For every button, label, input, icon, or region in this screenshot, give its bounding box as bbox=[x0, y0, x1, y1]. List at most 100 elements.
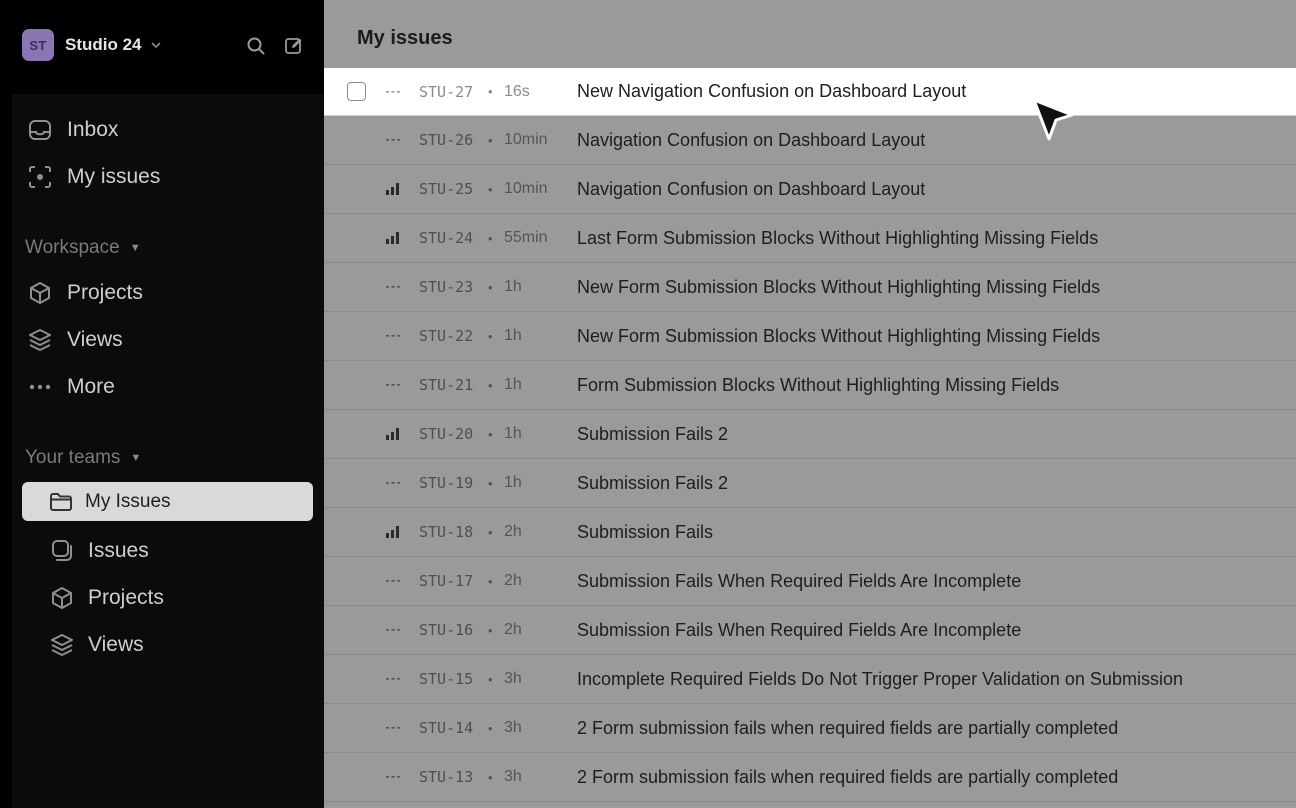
workspace-avatar: ST bbox=[22, 29, 54, 61]
sidebar-item-label: Inbox bbox=[67, 118, 119, 141]
issue-id: STU-17 bbox=[419, 572, 474, 590]
no-priority-icon[interactable] bbox=[385, 85, 403, 99]
issue-title: New Navigation Confusion on Dashboard La… bbox=[577, 81, 967, 101]
issue-row[interactable]: STU-26 • 10min Navigation Confusion on Dash… bbox=[324, 116, 1296, 165]
issue-row[interactable]: STU-15 • 3h Incomplete Required Fields Do N… bbox=[324, 655, 1296, 704]
separator-dot: • bbox=[488, 573, 493, 589]
issue-age: 3h bbox=[504, 670, 522, 687]
no-priority-icon[interactable] bbox=[385, 574, 403, 588]
cube-icon bbox=[48, 584, 76, 612]
issues-icon bbox=[48, 537, 76, 565]
main-panel: My issues STU-27 • 16s New Navigation Confu… bbox=[324, 0, 1296, 808]
issue-age: 1h bbox=[504, 327, 522, 344]
row-checkbox[interactable] bbox=[347, 82, 366, 101]
teams-section-toggle[interactable]: Your teams ▼ bbox=[25, 445, 141, 471]
caret-down-icon: ▼ bbox=[129, 242, 141, 254]
sidebar-item-projects[interactable]: Projects bbox=[26, 275, 143, 311]
issue-id: STU-14 bbox=[419, 719, 474, 737]
no-priority-icon[interactable] bbox=[385, 623, 403, 637]
separator-dot: • bbox=[488, 426, 493, 442]
separator-dot: • bbox=[488, 279, 493, 295]
sidebar-item-my-issues[interactable]: My issues bbox=[26, 159, 160, 195]
issue-row[interactable]: STU-25 • 10min Navigation Confusion on Dash… bbox=[324, 165, 1296, 214]
no-priority-icon[interactable] bbox=[385, 378, 403, 392]
folder-icon bbox=[49, 491, 73, 513]
section-title: Workspace bbox=[25, 237, 120, 258]
sidebar-item-label: Views bbox=[67, 328, 123, 351]
cube-icon bbox=[26, 279, 54, 307]
no-priority-icon[interactable] bbox=[385, 770, 403, 784]
team-my-issues[interactable]: My Issues bbox=[22, 482, 313, 521]
separator-dot: • bbox=[488, 377, 493, 393]
no-priority-icon[interactable] bbox=[385, 476, 403, 490]
sidebar-item-inbox[interactable]: Inbox bbox=[26, 112, 118, 148]
issue-age: 55min bbox=[504, 229, 548, 246]
issue-title: Last Form Submission Blocks Without High… bbox=[577, 227, 1099, 248]
workspace-switcher[interactable]: ST Studio 24 bbox=[22, 29, 162, 61]
no-priority-icon[interactable] bbox=[385, 280, 403, 294]
separator-dot: • bbox=[488, 524, 493, 540]
issue-age: 10min bbox=[504, 131, 548, 148]
separator-dot: • bbox=[488, 132, 493, 148]
priority-bars-icon[interactable] bbox=[385, 427, 403, 441]
sidebar-item-views[interactable]: Views bbox=[26, 322, 123, 358]
issue-row[interactable]: STU-19 • 1h Submission Fails 2 bbox=[324, 459, 1296, 508]
issue-id: STU-23 bbox=[419, 278, 474, 296]
issue-title: Incomplete Required Fields Do Not Trigge… bbox=[577, 668, 1183, 689]
workspace-section-toggle[interactable]: Workspace ▼ bbox=[25, 235, 141, 261]
issue-row[interactable]: STU-21 • 1h Form Submission Blocks Without … bbox=[324, 361, 1296, 410]
issue-id: STU-18 bbox=[419, 523, 474, 541]
separator-dot: • bbox=[488, 181, 493, 197]
priority-bars-icon[interactable] bbox=[385, 182, 403, 196]
sidebar: ST Studio 24 Inbox My issues Workspace ▼… bbox=[0, 0, 324, 808]
no-priority-icon[interactable] bbox=[385, 721, 403, 735]
issue-row[interactable]: STU-17 • 2h Submission Fails When Required … bbox=[324, 557, 1296, 606]
team-item-issues[interactable]: Issues bbox=[48, 533, 149, 569]
issue-row[interactable]: STU-13 • 3h 2 Form submission fails when re… bbox=[324, 753, 1296, 802]
team-item-projects[interactable]: Projects bbox=[48, 580, 164, 616]
issue-row[interactable]: STU-14 • 3h 2 Form submission fails when re… bbox=[324, 704, 1296, 753]
issue-row[interactable]: STU-16 • 2h Submission Fails When Required … bbox=[324, 606, 1296, 655]
issue-id: STU-22 bbox=[419, 327, 474, 345]
search-icon[interactable] bbox=[245, 35, 267, 57]
issue-id: STU-21 bbox=[419, 376, 474, 394]
sidebar-item-more[interactable]: More bbox=[26, 369, 115, 405]
sidebar-item-label: Views bbox=[88, 633, 144, 656]
sidebar-item-label: Projects bbox=[67, 281, 143, 304]
priority-bars-icon[interactable] bbox=[385, 525, 403, 539]
issue-title: 2 Form submission fails when required fi… bbox=[577, 766, 1119, 787]
separator-dot: • bbox=[488, 720, 493, 736]
priority-bars-icon[interactable] bbox=[385, 231, 403, 245]
issue-row[interactable]: STU-23 • 1h New Form Submission Blocks With… bbox=[324, 263, 1296, 312]
compose-icon[interactable] bbox=[283, 35, 305, 57]
issue-id: STU-19 bbox=[419, 474, 474, 492]
issue-row[interactable]: STU-22 • 1h New Form Submission Blocks With… bbox=[324, 312, 1296, 361]
no-priority-icon[interactable] bbox=[385, 672, 403, 686]
issue-row[interactable]: STU-24 • 55min Last Form Submission Blocks … bbox=[324, 214, 1296, 263]
section-title: Your teams bbox=[25, 447, 121, 468]
issue-title: Form Submission Blocks Without Highlight… bbox=[577, 374, 1060, 395]
issue-row[interactable]: STU-18 • 2h Submission Fails bbox=[324, 508, 1296, 557]
issue-id: STU-13 bbox=[419, 768, 474, 786]
issue-age: 1h bbox=[504, 474, 522, 491]
issue-age: 2h bbox=[504, 523, 522, 540]
issue-title: Navigation Confusion on Dashboard Layout bbox=[577, 178, 926, 199]
layers-icon bbox=[48, 631, 76, 659]
no-priority-icon[interactable] bbox=[385, 133, 403, 147]
team-label: My Issues bbox=[85, 490, 171, 512]
layers-icon bbox=[26, 326, 54, 354]
issue-id: STU-27 bbox=[419, 82, 474, 101]
sidebar-item-label: Issues bbox=[88, 539, 149, 562]
issue-id: STU-15 bbox=[419, 670, 474, 688]
issue-age: 1h bbox=[504, 425, 522, 442]
issue-id: STU-25 bbox=[419, 180, 474, 198]
issue-row[interactable]: STU-20 • 1h Submission Fails 2 bbox=[324, 410, 1296, 459]
issue-age: 1h bbox=[504, 376, 522, 393]
separator-dot: • bbox=[488, 769, 493, 785]
no-priority-icon[interactable] bbox=[385, 329, 403, 343]
separator-dot: • bbox=[488, 622, 493, 638]
issue-title: Submission Fails bbox=[577, 521, 714, 542]
caret-down-icon: ▼ bbox=[130, 452, 142, 464]
team-item-views[interactable]: Views bbox=[48, 627, 144, 663]
issue-row[interactable]: STU-27 • 16s New Navigation Confusion on Da… bbox=[324, 68, 1296, 116]
